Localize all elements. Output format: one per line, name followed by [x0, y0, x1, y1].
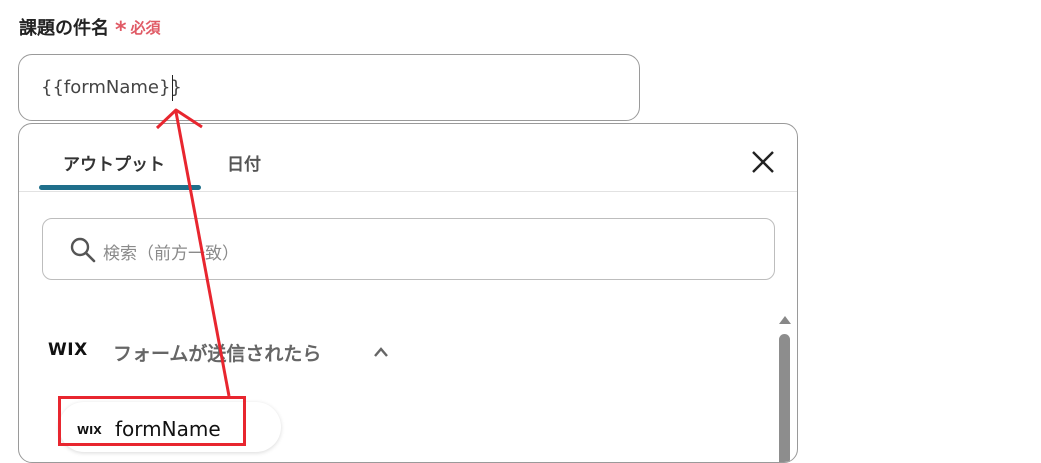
search-placeholder: 検索（前方一致） — [103, 244, 239, 264]
chevron-up-icon[interactable] — [372, 343, 390, 361]
tab-date[interactable]: 日付 — [227, 150, 261, 175]
search-icon — [70, 237, 96, 263]
field-label-text: 課題の件名 — [19, 18, 109, 39]
tab-divider — [19, 191, 797, 192]
scrollbar-up-arrow[interactable] — [779, 316, 791, 324]
close-icon[interactable] — [751, 150, 775, 174]
wix-logo: WIX — [48, 340, 88, 360]
scrollbar-thumb[interactable] — [779, 334, 790, 462]
active-tab-indicator — [39, 185, 201, 190]
title-input-value: {{formName}} — [41, 77, 182, 98]
annotation-highlight-box — [58, 396, 246, 446]
section-title[interactable]: フォームが送信されたら — [113, 339, 321, 366]
tab-output[interactable]: アウトプット — [63, 150, 165, 175]
required-star: * — [115, 17, 127, 43]
search-input[interactable]: 検索（前方一致） — [42, 218, 775, 280]
text-caret — [172, 75, 173, 101]
title-input[interactable]: {{formName}} — [18, 54, 640, 121]
required-text: 必須 — [130, 18, 161, 37]
field-label: 課題の件名 * 必須 — [19, 14, 161, 43]
